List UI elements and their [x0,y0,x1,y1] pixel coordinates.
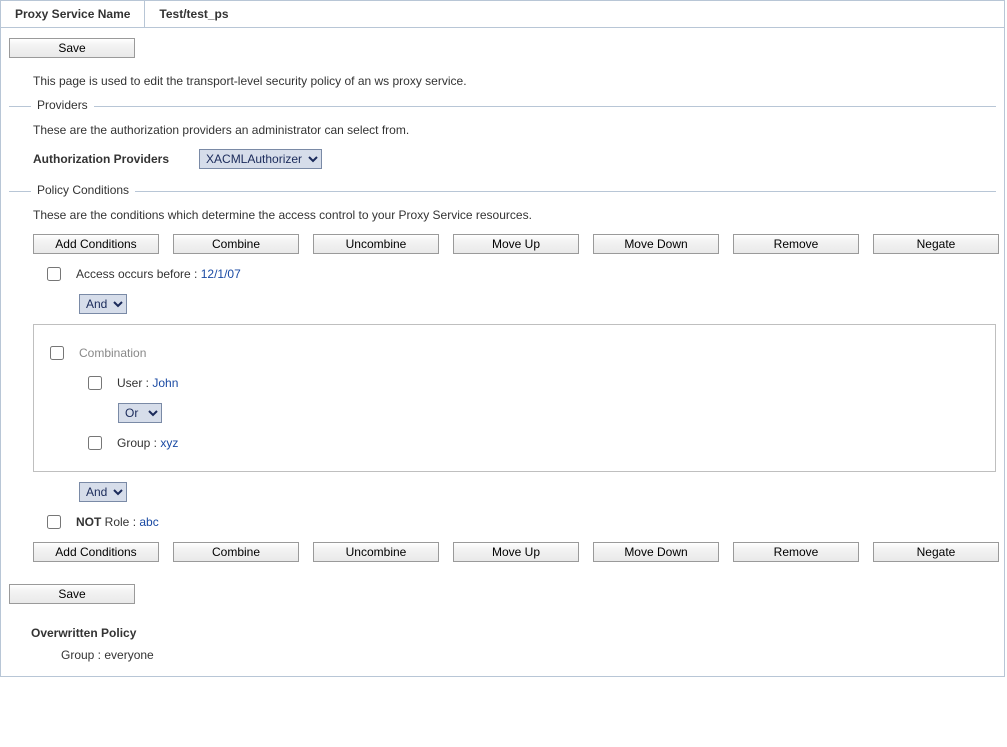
condition-value[interactable]: abc [139,515,158,529]
condition-value[interactable]: xyz [160,436,178,450]
negate-button[interactable]: Negate [873,234,999,254]
save-button-bottom[interactable]: Save [9,584,135,604]
condition-value[interactable]: John [152,376,178,390]
negate-button[interactable]: Negate [873,542,999,562]
operator-and-select-2[interactable]: And [79,482,127,502]
policy-conditions-legend: Policy Conditions [31,183,135,197]
condition-checkbox[interactable] [47,515,61,529]
combination-header-row: Combination [46,343,985,363]
header-label: Proxy Service Name [1,1,145,27]
overwritten-policy-value: Group : everyone [61,648,996,662]
combination-label: Combination [79,346,146,360]
save-button-top[interactable]: Save [9,38,135,58]
page-description: This page is used to edit the transport-… [33,74,996,88]
remove-button[interactable]: Remove [733,542,859,562]
combine-button[interactable]: Combine [173,234,299,254]
auth-providers-label: Authorization Providers [33,152,169,166]
operator-and-select[interactable]: And [79,294,127,314]
condition-label: Group : [117,436,160,450]
condition-checkbox[interactable] [47,267,61,281]
condition-row-access: Access occurs before : 12/1/07 [43,264,996,284]
condition-text: NOT Role : abc [76,515,159,529]
remove-button[interactable]: Remove [733,234,859,254]
move-down-button[interactable]: Move Down [593,234,719,254]
condition-checkbox[interactable] [88,436,102,450]
add-conditions-button[interactable]: Add Conditions [33,234,159,254]
operator-row: Or [118,403,985,423]
condition-text: Group : xyz [117,436,178,450]
providers-section: Providers These are the authorization pr… [9,106,996,169]
condition-checkbox[interactable] [50,346,64,360]
overwritten-policy-heading: Overwritten Policy [31,626,996,640]
combination-box: Combination User : John Or Gro [33,324,996,472]
move-up-button[interactable]: Move Up [453,234,579,254]
combine-button[interactable]: Combine [173,542,299,562]
conditions-toolbar-top: Add Conditions Combine Uncombine Move Up… [33,234,996,254]
condition-label: Access occurs before : [76,267,201,281]
auth-providers-select[interactable]: XACMLAuthorizer [199,149,322,169]
not-label: NOT [76,515,101,529]
condition-label: User : [117,376,152,390]
uncombine-button[interactable]: Uncombine [313,234,439,254]
condition-row-not-role: NOT Role : abc [43,512,996,532]
providers-note: These are the authorization providers an… [33,123,996,137]
add-conditions-button[interactable]: Add Conditions [33,542,159,562]
providers-legend: Providers [31,98,94,112]
operator-or-select[interactable]: Or [118,403,162,423]
page-body: Save This page is used to edit the trans… [1,28,1004,676]
uncombine-button[interactable]: Uncombine [313,542,439,562]
header-bar: Proxy Service Name Test/test_ps [1,1,1004,28]
condition-row-group: Group : xyz [84,433,985,453]
operator-row: And [79,482,996,502]
condition-value[interactable]: 12/1/07 [201,267,241,281]
policy-conditions-section: Policy Conditions These are the conditio… [9,191,996,562]
move-up-button[interactable]: Move Up [453,542,579,562]
operator-row: And [79,294,996,314]
conditions-toolbar-bottom: Add Conditions Combine Uncombine Move Up… [33,542,996,562]
condition-checkbox[interactable] [88,376,102,390]
condition-text: User : John [117,376,178,390]
condition-text: Access occurs before : 12/1/07 [76,267,241,281]
condition-row-user: User : John [84,373,985,393]
condition-label: Role : [101,515,139,529]
policy-conditions-note: These are the conditions which determine… [33,208,996,222]
header-value: Test/test_ps [145,1,1004,27]
move-down-button[interactable]: Move Down [593,542,719,562]
